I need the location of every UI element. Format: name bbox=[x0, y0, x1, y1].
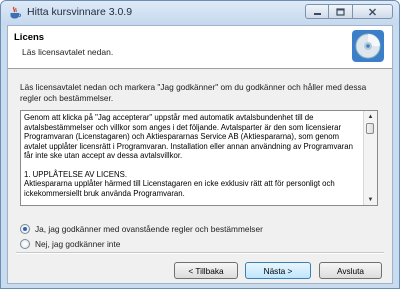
close-icon bbox=[369, 8, 376, 15]
license-scrollbar[interactable]: ▲ ▼ bbox=[363, 111, 377, 205]
license-text-area[interactable]: Genom att klicka på "Jag accepterar" upp… bbox=[20, 110, 378, 206]
license-paragraph: Aktiespararna upplåter härmed till Licen… bbox=[24, 179, 335, 198]
window-title: Hitta kursvinnare 3.0.9 bbox=[27, 6, 133, 18]
scroll-up-arrow-icon[interactable]: ▲ bbox=[364, 111, 377, 122]
scroll-down-arrow-icon[interactable]: ▼ bbox=[364, 194, 377, 205]
maximize-icon bbox=[336, 7, 345, 16]
decline-radio[interactable] bbox=[20, 239, 30, 249]
back-button[interactable]: < Tillbaka bbox=[174, 262, 238, 279]
decline-option[interactable]: Nej, jag godkänner inte bbox=[20, 238, 120, 250]
accept-option[interactable]: Ja, jag godkänner med ovanstående regler… bbox=[20, 223, 263, 235]
page-title: Licens bbox=[14, 32, 45, 43]
next-button[interactable]: Nästa > bbox=[245, 262, 311, 279]
java-cup-icon bbox=[10, 6, 21, 19]
page-header: Licens Läs licensavtalet nedan. bbox=[8, 26, 392, 69]
close-button[interactable] bbox=[353, 4, 393, 19]
accept-radio[interactable] bbox=[20, 224, 30, 234]
cd-disc-icon bbox=[352, 30, 384, 62]
window-controls bbox=[305, 4, 393, 20]
minimize-button[interactable] bbox=[305, 4, 329, 19]
minimize-icon bbox=[313, 12, 321, 15]
decline-label: Nej, jag godkänner inte bbox=[35, 239, 121, 249]
maximize-button[interactable] bbox=[329, 4, 353, 19]
license-paragraph: Genom att klicka på "Jag accepterar" upp… bbox=[24, 113, 353, 160]
accept-label: Ja, jag godkänner med ovanstående regler… bbox=[35, 224, 263, 234]
instructions-text: Läs licensavtalet nedan och markera "Jag… bbox=[20, 82, 367, 103]
installer-panel: Licens Läs licensavtalet nedan. Läs lice… bbox=[7, 25, 393, 284]
title-bar[interactable]: Hitta kursvinnare 3.0.9 bbox=[1, 1, 399, 25]
license-section-heading: 1. UPPLÅTELSE AV LICENS. bbox=[24, 169, 127, 179]
scroll-thumb[interactable] bbox=[366, 123, 374, 134]
divider bbox=[16, 252, 384, 254]
page-subtitle: Läs licensavtalet nedan. bbox=[22, 47, 114, 57]
license-text: Genom att klicka på "Jag accepterar" upp… bbox=[24, 113, 362, 198]
cancel-button[interactable]: Avsluta bbox=[319, 262, 382, 279]
installer-window: Hitta kursvinnare 3.0.9 Licens Läs licen… bbox=[0, 0, 400, 289]
